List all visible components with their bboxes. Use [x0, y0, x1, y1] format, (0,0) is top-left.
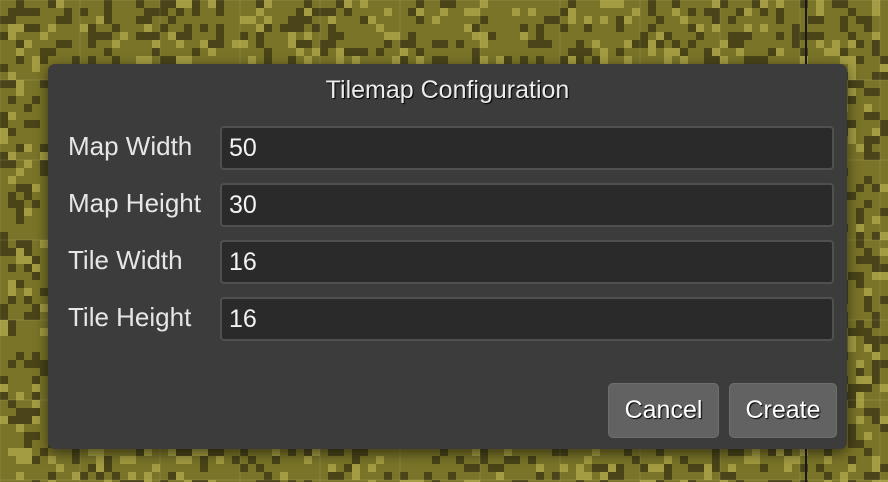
map-height-input[interactable] — [220, 183, 834, 227]
dialog-title: Tilemap Configuration — [325, 76, 570, 104]
tile-width-input[interactable] — [220, 240, 834, 284]
create-button[interactable]: Create — [729, 383, 837, 438]
tile-height-input[interactable] — [220, 297, 834, 341]
tile-width-row: Tile Width — [68, 240, 836, 284]
map-height-label: Map Height — [68, 188, 201, 218]
tilemap-configuration-dialog: Tilemap Configuration Map Width Map Heig… — [48, 64, 847, 449]
tile-height-row: Tile Height — [68, 297, 836, 341]
cancel-button[interactable]: Cancel — [608, 383, 719, 438]
map-width-row: Map Width — [68, 126, 836, 170]
tile-height-label: Tile Height — [68, 302, 192, 332]
map-height-row: Map Height — [68, 183, 836, 227]
tile-width-label: Tile Width — [68, 245, 183, 275]
map-width-label: Map Width — [68, 131, 193, 161]
map-width-input[interactable] — [220, 126, 834, 170]
